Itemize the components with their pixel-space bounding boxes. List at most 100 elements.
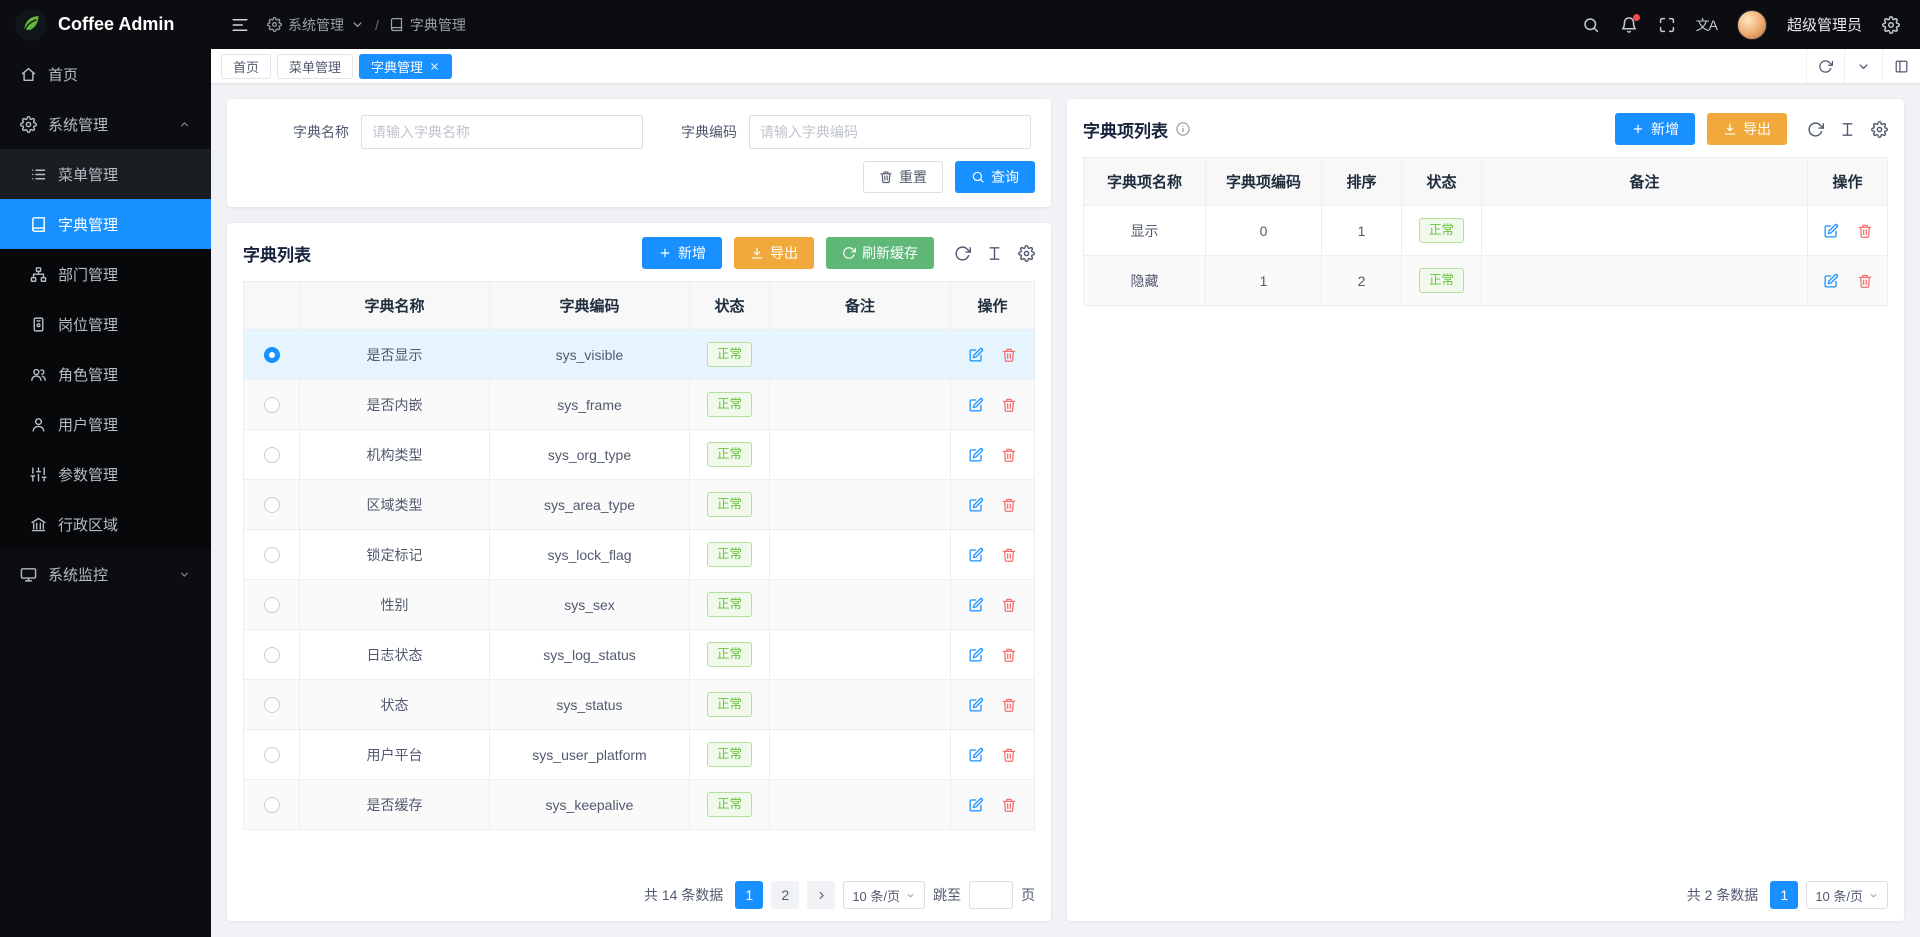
- edit-icon[interactable]: [968, 547, 984, 563]
- sidebar-item-system-mgmt[interactable]: 系统管理: [0, 99, 211, 149]
- close-icon[interactable]: [429, 61, 440, 72]
- sidebar-item-role-mgmt[interactable]: 角色管理: [0, 349, 211, 399]
- edit-icon[interactable]: [968, 497, 984, 513]
- table-row[interactable]: 隐藏 1 2 正常: [1084, 256, 1888, 306]
- delete-icon[interactable]: [1001, 747, 1017, 763]
- row-radio[interactable]: [264, 497, 280, 513]
- sidebar-item-system-monitor[interactable]: 系统监控: [0, 549, 211, 599]
- sidebar-item-region-mgmt[interactable]: 行政区域: [0, 499, 211, 549]
- page-1-button[interactable]: 1: [735, 881, 763, 909]
- column-settings-icon[interactable]: [986, 245, 1003, 262]
- delete-icon[interactable]: [1001, 447, 1017, 463]
- edit-icon[interactable]: [968, 747, 984, 763]
- info-icon[interactable]: [1175, 121, 1191, 137]
- query-button[interactable]: 查询: [955, 161, 1035, 193]
- row-radio[interactable]: [264, 597, 280, 613]
- avatar[interactable]: [1737, 10, 1767, 40]
- export-button[interactable]: 导出: [1707, 113, 1787, 145]
- delete-icon[interactable]: [1857, 273, 1873, 289]
- delete-icon[interactable]: [1001, 497, 1017, 513]
- fullscreen-icon[interactable]: [1658, 16, 1676, 34]
- delete-icon[interactable]: [1857, 223, 1873, 239]
- row-radio[interactable]: [264, 447, 280, 463]
- edit-icon[interactable]: [1823, 273, 1839, 289]
- sidebar-item-dict-mgmt[interactable]: 字典管理: [0, 199, 211, 249]
- delete-icon[interactable]: [1001, 797, 1017, 813]
- table-row[interactable]: 状态 sys_status 正常: [244, 680, 1035, 730]
- gear-icon[interactable]: [1871, 121, 1888, 138]
- page-1-button[interactable]: 1: [1770, 881, 1798, 909]
- menu-fold-icon[interactable]: [231, 16, 249, 34]
- delete-icon[interactable]: [1001, 547, 1017, 563]
- notification-bell[interactable]: [1620, 16, 1638, 34]
- table-row[interactable]: 显示 0 1 正常: [1084, 206, 1888, 256]
- jump-page-input[interactable]: [969, 881, 1013, 909]
- tab-menu-mgmt[interactable]: 菜单管理: [277, 54, 353, 79]
- page-size-select[interactable]: 10 条/页: [843, 881, 925, 909]
- row-radio[interactable]: [264, 797, 280, 813]
- table-row[interactable]: 是否内嵌 sys_frame 正常: [244, 380, 1035, 430]
- add-button[interactable]: 新增: [1615, 113, 1695, 145]
- item-code-cell: 0: [1206, 206, 1322, 256]
- username[interactable]: 超级管理员: [1787, 14, 1862, 35]
- export-button[interactable]: 导出: [734, 237, 814, 269]
- search-icon[interactable]: [1582, 16, 1600, 34]
- row-radio[interactable]: [264, 747, 280, 763]
- sidebar-item-user-mgmt[interactable]: 用户管理: [0, 399, 211, 449]
- edit-icon[interactable]: [968, 447, 984, 463]
- delete-icon[interactable]: [1001, 347, 1017, 363]
- refresh-cache-button[interactable]: 刷新缓存: [826, 237, 934, 269]
- sidebar-item-dept-mgmt[interactable]: 部门管理: [0, 249, 211, 299]
- breadcrumb-item-system[interactable]: 系统管理: [267, 15, 365, 35]
- delete-icon[interactable]: [1001, 647, 1017, 663]
- table-row[interactable]: 是否显示 sys_visible 正常: [244, 330, 1035, 380]
- chevron-down-icon[interactable]: [1844, 49, 1882, 83]
- logo[interactable]: Coffee Admin: [0, 0, 211, 49]
- translate-icon[interactable]: 文A: [1696, 15, 1717, 35]
- edit-icon[interactable]: [968, 597, 984, 613]
- add-button[interactable]: 新增: [642, 237, 722, 269]
- page-size-select[interactable]: 10 条/页: [1806, 881, 1888, 909]
- tab-dict-mgmt[interactable]: 字典管理: [359, 54, 452, 79]
- edit-icon[interactable]: [968, 397, 984, 413]
- table-row[interactable]: 日志状态 sys_log_status 正常: [244, 630, 1035, 680]
- refresh-icon[interactable]: [1807, 121, 1824, 138]
- table-row[interactable]: 机构类型 sys_org_type 正常: [244, 430, 1035, 480]
- delete-icon[interactable]: [1001, 597, 1017, 613]
- row-radio[interactable]: [264, 647, 280, 663]
- table-row[interactable]: 锁定标记 sys_lock_flag 正常: [244, 530, 1035, 580]
- table-row[interactable]: 用户平台 sys_user_platform 正常: [244, 730, 1035, 780]
- sidebar-item-menu-mgmt[interactable]: 菜单管理: [0, 149, 211, 199]
- page-2-button[interactable]: 2: [771, 881, 799, 909]
- breadcrumb-item-dict[interactable]: 字典管理: [389, 15, 466, 35]
- row-radio[interactable]: [264, 347, 280, 363]
- edit-icon[interactable]: [968, 347, 984, 363]
- tab-home[interactable]: 首页: [221, 54, 271, 79]
- sidebar-item-home[interactable]: 首页: [0, 49, 211, 99]
- dict-code-input[interactable]: [749, 115, 1031, 149]
- edit-icon[interactable]: [968, 797, 984, 813]
- reset-button[interactable]: 重置: [863, 161, 943, 193]
- refresh-icon[interactable]: [1806, 49, 1844, 83]
- chevron-down-icon: [1868, 890, 1879, 901]
- row-radio[interactable]: [264, 697, 280, 713]
- row-radio[interactable]: [264, 547, 280, 563]
- edit-icon[interactable]: [968, 647, 984, 663]
- gear-icon[interactable]: [1018, 245, 1035, 262]
- delete-icon[interactable]: [1001, 397, 1017, 413]
- delete-icon[interactable]: [1001, 697, 1017, 713]
- sidebar-item-param-mgmt[interactable]: 参数管理: [0, 449, 211, 499]
- dict-name-input[interactable]: [361, 115, 643, 149]
- edit-icon[interactable]: [1823, 223, 1839, 239]
- next-page-button[interactable]: [807, 881, 835, 909]
- table-row[interactable]: 性别 sys_sex 正常: [244, 580, 1035, 630]
- refresh-icon[interactable]: [954, 245, 971, 262]
- column-settings-icon[interactable]: [1839, 121, 1856, 138]
- layout-icon[interactable]: [1882, 49, 1920, 83]
- table-row[interactable]: 是否缓存 sys_keepalive 正常: [244, 780, 1035, 830]
- edit-icon[interactable]: [968, 697, 984, 713]
- row-radio[interactable]: [264, 397, 280, 413]
- settings-icon[interactable]: [1882, 16, 1900, 34]
- table-row[interactable]: 区域类型 sys_area_type 正常: [244, 480, 1035, 530]
- sidebar-item-post-mgmt[interactable]: 岗位管理: [0, 299, 211, 349]
